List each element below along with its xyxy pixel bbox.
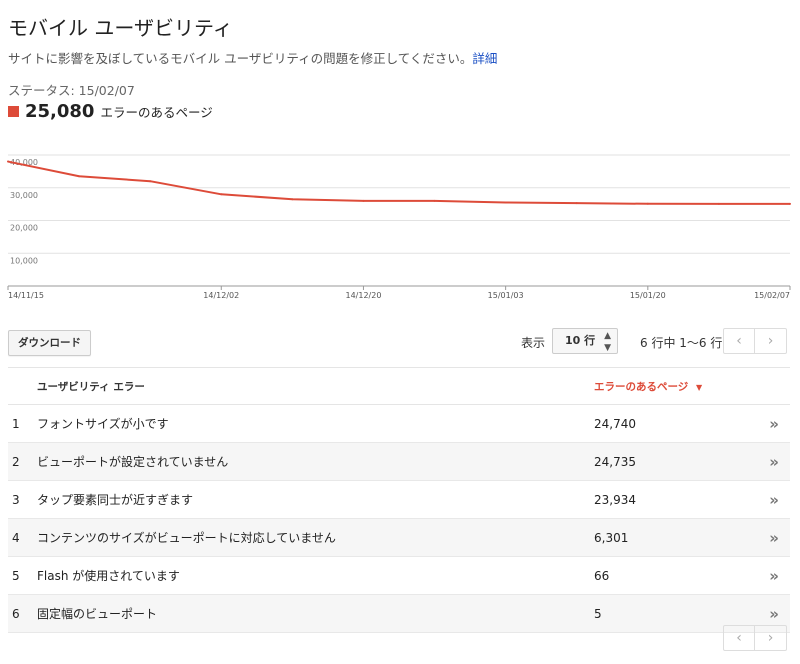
row-rank: 6 [8,594,36,633]
row-issue: 固定幅のビューポート [36,594,593,633]
row-issue: フォントサイズが小です [36,404,593,443]
table-row[interactable]: 4 コンテンツのサイズがビューポートに対応していません 6,301 » [8,518,790,557]
rows-per-page-label: 表示 [521,336,546,350]
y-tick-label: 10,000 [10,256,38,265]
data-point [7,160,9,163]
pages-column-header[interactable]: エラーのあるページ ▼ [593,367,748,405]
metric-value: 25,080 [25,101,95,122]
legend-swatch [8,106,19,117]
metric-label: エラーのあるページ [100,105,213,120]
description-text: サイトに影響を及ぼしているモバイル ユーザビリティの問題を修正してください。 [8,51,473,66]
data-point [646,202,649,205]
data-point [433,199,436,202]
x-tick-label: 14/12/02 [203,291,239,300]
next-page-button[interactable]: › [755,625,787,651]
row-pages: 6,301 [593,518,748,557]
row-open-icon[interactable]: » [748,404,790,443]
error-pages-metric: 25,080 エラーのあるページ [8,101,213,122]
select-arrows-icon: ▲ ▼ [604,331,611,353]
table-row[interactable]: 6 固定幅のビューポート 5 » [8,594,790,633]
prev-page-button[interactable]: ‹ [723,625,755,651]
data-point [78,175,81,178]
status-date: ステータス: 15/02/07 [8,83,135,98]
page-title: モバイル ユーザビリティ [8,16,233,40]
row-issue: タップ要素同士が近すぎます [36,480,593,519]
page-description: サイトに影響を及ぼしているモバイル ユーザビリティの問題を修正してください。詳細 [8,48,497,67]
x-tick-label: 14/12/20 [345,291,381,300]
row-rank: 5 [8,556,36,595]
y-tick-label: 20,000 [10,224,38,233]
errors-line-chart: 40,00030,00020,00010,00014/11/15 14/12/02… [7,154,791,300]
x-tick-label: 15/01/20 [630,291,666,300]
row-open-icon[interactable]: » [748,442,790,481]
row-rank: 2 [8,442,36,481]
table-row[interactable]: 3 タップ要素同士が近すぎます 23,934 » [8,480,790,519]
x-tick-label: 14/11/15 [8,291,44,300]
pages-column-label: エラーのあるページ [594,380,689,393]
usability-errors-table: ユーザビリティ エラー エラーのあるページ ▼ 1 フォントサイズが小です 24… [8,367,790,633]
data-point [504,201,507,204]
table-row[interactable]: 2 ビューポートが設定されていません 24,735 » [8,442,790,481]
row-pages: 24,735 [593,442,748,481]
sort-desc-icon: ▼ [695,382,703,392]
data-point [149,180,152,183]
table-header-row: ユーザビリティ エラー エラーのあるページ ▼ [8,367,790,405]
row-rank: 1 [8,404,36,443]
row-issue: ビューポートが設定されていません [36,442,593,481]
data-point [220,193,223,196]
table-row[interactable]: 5 Flash が使用されています 66 » [8,556,790,595]
data-point [717,202,720,205]
data-point [362,199,365,202]
details-link[interactable]: 詳細 [472,51,497,66]
row-rank: 4 [8,518,36,557]
row-open-icon[interactable]: » [748,480,790,519]
row-pages: 24,740 [593,404,748,443]
row-issue: Flash が使用されています [36,556,593,595]
action-header [748,367,790,405]
rows-per-page-select[interactable]: 10 行 ▲ ▼ [552,328,618,354]
data-point [575,202,578,205]
download-button[interactable]: ダウンロード [8,330,91,356]
pager-bottom: ‹ › [723,625,787,651]
y-tick-label: 30,000 [10,191,38,200]
rows-per-page-value: 10 行 [565,334,596,347]
issue-column-header: ユーザビリティ エラー [36,367,593,405]
data-point [789,202,791,205]
next-page-button[interactable]: › [755,328,787,354]
series-line [7,160,790,205]
pagination-range: 6 行中 1〜6 行 [640,336,723,350]
data-point [291,198,294,201]
rank-header [8,367,36,405]
row-rank: 3 [8,480,36,519]
table-row[interactable]: 1 フォントサイズが小です 24,740 » [8,404,790,443]
row-pages: 23,934 [593,480,748,519]
x-tick-label: 15/02/07 [754,291,790,300]
prev-page-button[interactable]: ‹ [723,328,755,354]
row-open-icon[interactable]: » [748,556,790,595]
row-issue: コンテンツのサイズがビューポートに対応していません [36,518,593,557]
pager-top: ‹ › [723,328,787,354]
row-open-icon[interactable]: » [748,518,790,557]
row-pages: 66 [593,556,748,595]
x-tick-label: 15/01/03 [488,291,524,300]
